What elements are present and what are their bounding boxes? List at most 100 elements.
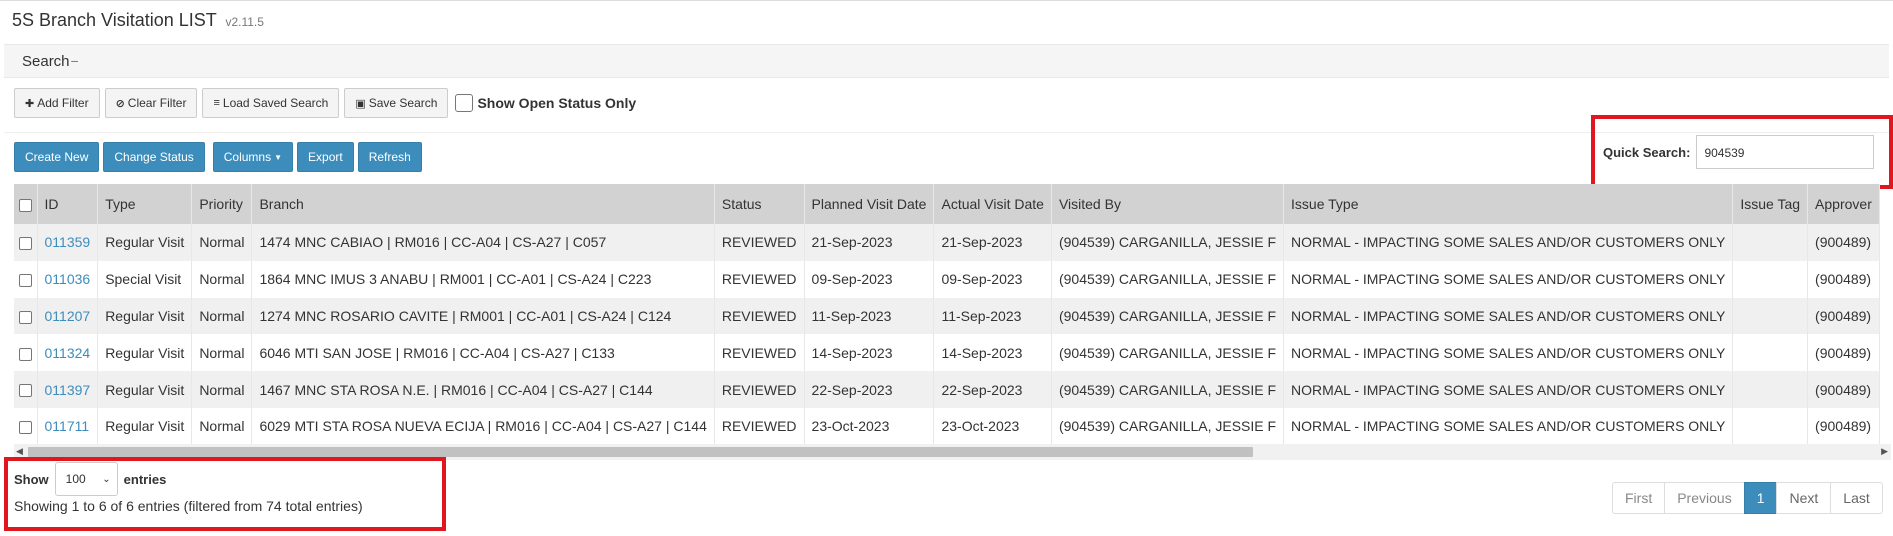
cell-approver: (900489)	[1807, 224, 1880, 261]
cell-visited-by: (904539) CARGANILLA, JESSIE F	[1051, 224, 1285, 261]
scroll-left-icon[interactable]: ◀	[16, 446, 23, 457]
pagination: First Previous 1 Next Last	[1612, 482, 1883, 514]
save-search-button[interactable]: ▣ Save Search	[344, 88, 449, 118]
entries-select[interactable]: 100 ⌄	[54, 462, 118, 496]
change-status-button[interactable]: Change Status	[103, 142, 205, 172]
cell-priority: Normal	[191, 260, 253, 298]
row-select-cell	[14, 334, 38, 372]
cell-id[interactable]: 011324	[37, 334, 99, 372]
add-filter-button[interactable]: ✚ Add Filter	[14, 88, 100, 118]
floppy-disk-icon: ▣	[355, 97, 366, 110]
next-page-button[interactable]: Next	[1776, 482, 1832, 514]
row-checkbox[interactable]	[18, 347, 32, 361]
cell-id[interactable]: 011711	[37, 407, 99, 445]
row-checkbox[interactable]	[18, 310, 32, 324]
show-open-status-toggle[interactable]: Show Open Status Only	[455, 94, 636, 112]
cell-type: Regular Visit	[97, 334, 193, 372]
collapse-icon[interactable]: −	[71, 53, 79, 69]
column-header[interactable]: Approver	[1807, 184, 1880, 224]
row-checkbox[interactable]	[18, 237, 32, 251]
row-checkbox[interactable]	[18, 273, 32, 287]
ban-icon: ⊘	[115, 97, 125, 110]
search-panel-label: Search	[22, 53, 70, 70]
search-panel-header[interactable]: Search−	[4, 44, 1889, 78]
table-row[interactable]: 011359 Regular Visit Normal 1474 MNC CABIAO…	[14, 224, 1880, 261]
column-header[interactable]: Issue Tag	[1732, 184, 1809, 224]
select-all-checkbox[interactable]	[18, 198, 32, 212]
table-row[interactable]: 011397 Regular Visit Normal 1467 MNC STA RO…	[14, 371, 1880, 408]
quick-search-box: Quick Search: 904539	[1591, 115, 1893, 189]
row-select-cell	[14, 407, 38, 445]
show-open-status-checkbox[interactable]	[455, 94, 474, 112]
cell-status: REVIEWED	[714, 297, 805, 335]
export-button[interactable]: Export	[297, 142, 354, 172]
cell-id[interactable]: 011207	[37, 297, 99, 335]
column-header[interactable]: Issue Type	[1283, 184, 1734, 224]
cell-actual-date: 21-Sep-2023	[933, 224, 1052, 261]
database-icon: ≡	[213, 97, 220, 109]
save-search-label: Save Search	[368, 96, 438, 110]
column-header[interactable]: Visited By	[1051, 184, 1285, 224]
cell-issue-tag	[1732, 224, 1809, 261]
column-header[interactable]: Status	[714, 184, 805, 224]
row-select-cell	[14, 224, 38, 261]
refresh-button[interactable]: Refresh	[357, 142, 422, 172]
column-header[interactable]: ID	[37, 184, 99, 224]
entries-value: 100	[65, 472, 86, 486]
column-header[interactable]: Priority	[191, 184, 253, 224]
scroll-right-icon[interactable]: ▶	[1881, 446, 1888, 457]
last-page-button[interactable]: Last	[1830, 482, 1883, 514]
cell-issue-type: NORMAL - IMPACTING SOME SALES AND/OR CUS…	[1283, 260, 1734, 298]
cell-priority: Normal	[191, 371, 253, 408]
cell-id[interactable]: 011359	[37, 224, 99, 261]
table-row[interactable]: 011036 Special Visit Normal 1864 MNC IMUS 3…	[14, 260, 1880, 298]
filter-toolbar: ✚ Add Filter ⊘ Clear Filter ≡ Load Saved…	[14, 88, 636, 118]
columns-dropdown-button[interactable]: Columns ▼	[212, 142, 294, 172]
cell-priority: Normal	[191, 334, 253, 372]
load-saved-search-button[interactable]: ≡ Load Saved Search	[202, 88, 340, 118]
columns-label: Columns	[223, 150, 272, 164]
row-checkbox[interactable]	[18, 421, 32, 435]
scrollbar-thumb[interactable]	[28, 447, 1253, 457]
visitation-table: ID Type Priority Branch Status Planned V…	[14, 184, 1880, 445]
show-label: Show	[14, 471, 49, 487]
cell-actual-date: 09-Sep-2023	[933, 260, 1052, 298]
row-select-cell	[14, 260, 38, 298]
plus-icon: ✚	[25, 97, 35, 110]
entries-label: entries	[123, 471, 167, 487]
quick-search-input[interactable]: 904539	[1696, 135, 1875, 169]
cell-issue-tag	[1732, 297, 1809, 335]
cell-planned-date: 11-Sep-2023	[804, 297, 935, 335]
column-header[interactable]: Type	[97, 184, 193, 224]
cell-branch: 1467 MNC STA ROSA N.E. | RM016 | CC-A04 …	[251, 371, 715, 408]
column-header[interactable]: Actual Visit Date	[933, 184, 1052, 224]
column-header[interactable]: Planned Visit Date	[804, 184, 935, 224]
table-row[interactable]: 011711 Regular Visit Normal 6029 MTI STA RO…	[14, 407, 1880, 445]
cell-visited-by: (904539) CARGANILLA, JESSIE F	[1051, 334, 1285, 372]
cell-actual-date: 11-Sep-2023	[933, 297, 1052, 335]
page-title-text: 5S Branch Visitation LIST	[12, 10, 217, 30]
cell-id[interactable]: 011397	[37, 371, 99, 408]
add-filter-label: Add Filter	[37, 96, 89, 110]
cell-approver: (900489)	[1807, 371, 1880, 408]
load-saved-search-label: Load Saved Search	[222, 96, 329, 110]
cell-approver: (900489)	[1807, 334, 1880, 372]
cell-visited-by: (904539) CARGANILLA, JESSIE F	[1051, 407, 1285, 445]
cell-issue-type: NORMAL - IMPACTING SOME SALES AND/OR CUS…	[1283, 297, 1734, 335]
cell-priority: Normal	[191, 407, 253, 445]
column-header[interactable]: Branch	[251, 184, 715, 224]
row-checkbox[interactable]	[18, 384, 32, 398]
cell-planned-date: 21-Sep-2023	[804, 224, 935, 261]
table-row[interactable]: 011324 Regular Visit Normal 6046 MTI SAN JO…	[14, 334, 1880, 372]
first-page-button[interactable]: First	[1612, 482, 1666, 514]
page-1-button[interactable]: 1	[1743, 482, 1778, 514]
cell-issue-tag	[1732, 371, 1809, 408]
cell-id[interactable]: 011036	[37, 260, 99, 298]
create-new-button[interactable]: Create New	[14, 142, 100, 172]
caret-down-icon: ▼	[274, 152, 283, 162]
cell-priority: Normal	[191, 224, 253, 261]
table-row[interactable]: 011207 Regular Visit Normal 1274 MNC ROSARI…	[14, 297, 1880, 335]
clear-filter-button[interactable]: ⊘ Clear Filter	[104, 88, 198, 118]
previous-page-button[interactable]: Previous	[1664, 482, 1745, 514]
action-toolbar: Create New Change Status Columns ▼ Export…	[14, 142, 422, 172]
